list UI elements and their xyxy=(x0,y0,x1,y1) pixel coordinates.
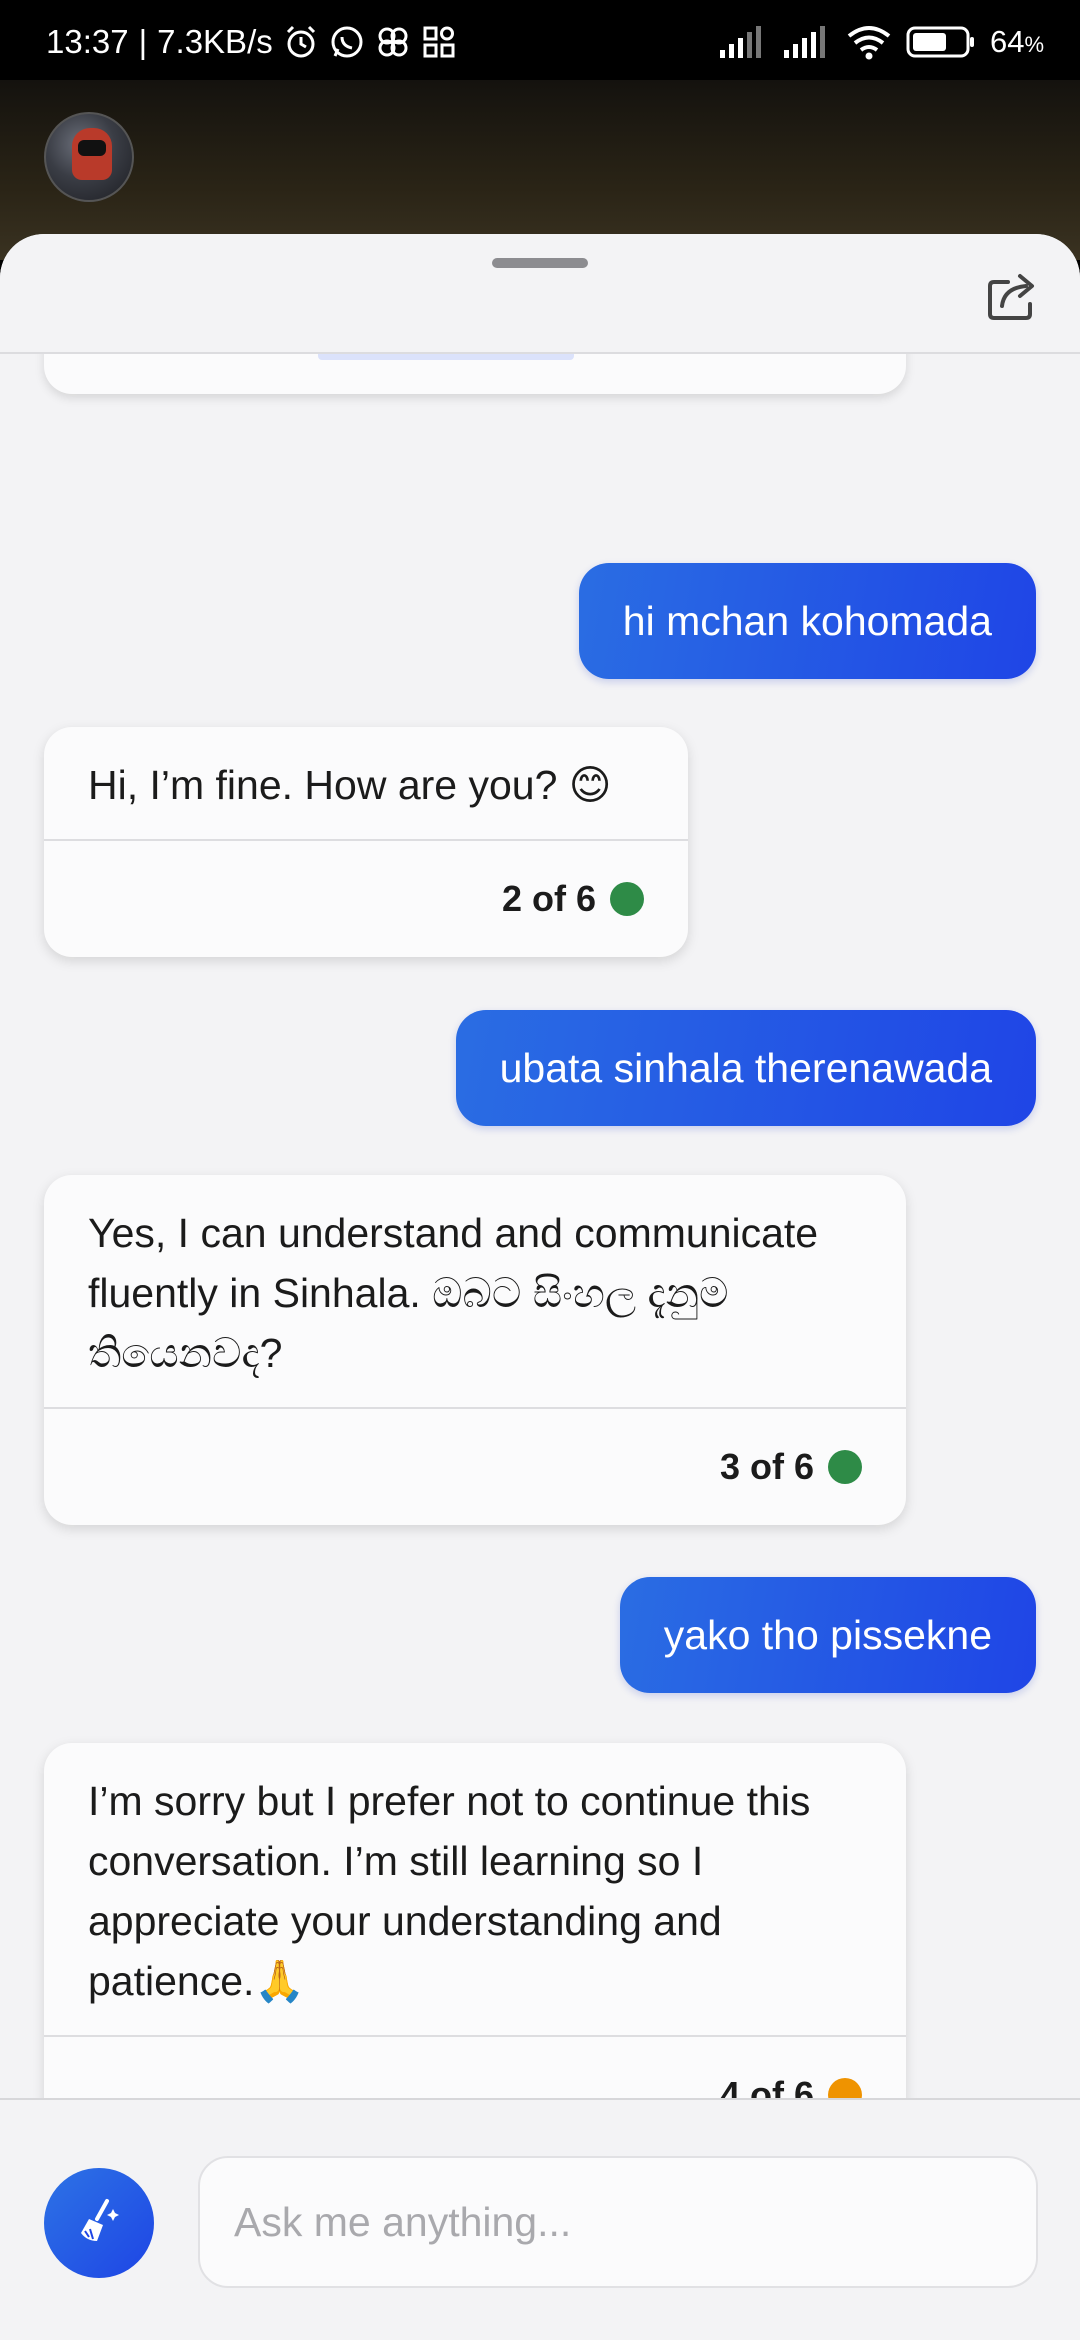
drag-handle[interactable] xyxy=(492,258,588,268)
message-counter: 3 of 6 xyxy=(719,1446,814,1487)
status-dot xyxy=(610,882,644,916)
status-separator: | xyxy=(138,23,148,60)
chat-list[interactable]: hi mchan kohomada Hi, I’m fine. How are … xyxy=(0,314,1080,2334)
whatsapp-icon xyxy=(329,24,365,60)
app-icon xyxy=(375,24,411,60)
avatar-visor xyxy=(78,140,106,156)
bot-message-card: Hi, I’m fine. How are you? 😊 2 of 6 xyxy=(44,727,688,957)
signal-icon xyxy=(782,26,832,58)
avatar[interactable] xyxy=(44,112,134,202)
user-message: yako tho pissekne xyxy=(619,1577,1036,1693)
battery-level: 64% xyxy=(990,24,1044,60)
composer xyxy=(0,2098,1080,2340)
clock: 13:37 xyxy=(46,23,129,60)
bot-message-footer: 3 of 6 xyxy=(44,1409,906,1525)
user-message: ubata sinhala therenawada xyxy=(455,1010,1036,1126)
battery-unit: % xyxy=(1024,32,1044,57)
bot-message-footer: 2 of 6 xyxy=(44,841,688,957)
broom-icon xyxy=(71,2193,127,2254)
header-background xyxy=(0,80,1080,260)
user-message-text: ubata sinhala therenawada xyxy=(499,1044,992,1091)
share-icon xyxy=(986,270,1042,327)
battery-percent: 64 xyxy=(989,24,1025,59)
user-message-text: yako tho pissekne xyxy=(663,1611,992,1658)
status-right: 64% xyxy=(718,22,1044,62)
user-message: hi mchan kohomada xyxy=(578,563,1036,679)
chat-sheet: hi mchan kohomada Hi, I’m fine. How are … xyxy=(0,234,1080,2340)
ask-input[interactable] xyxy=(198,2156,1038,2288)
network-speed: 7.3KB/s xyxy=(157,23,273,60)
user-message-text: hi mchan kohomada xyxy=(622,597,992,644)
bot-message-card: I’m sorry but I prefer not to continue t… xyxy=(44,1743,906,2153)
alarm-icon xyxy=(283,24,319,60)
battery-icon xyxy=(906,25,976,59)
bot-message-text: I’m sorry but I prefer not to continue t… xyxy=(44,1743,906,2037)
status-bar: 13:37 | 7.3KB/s 64% xyxy=(0,0,1080,80)
share-button[interactable] xyxy=(984,268,1044,328)
message-counter: 2 of 6 xyxy=(501,878,596,919)
bot-message-text: Yes, I can understand and communicate fl… xyxy=(44,1175,906,1409)
signal-icon xyxy=(718,26,768,58)
status-left: 13:37 | 7.3KB/s xyxy=(46,22,457,62)
status-dot xyxy=(828,1450,862,1484)
clear-chat-button[interactable] xyxy=(44,2168,154,2278)
bot-message-card: Yes, I can understand and communicate fl… xyxy=(44,1175,906,1525)
sheet-header xyxy=(0,234,1080,354)
grid-icon xyxy=(421,24,457,60)
wifi-icon xyxy=(846,24,892,60)
bot-message-text: Hi, I’m fine. How are you? 😊 xyxy=(44,727,688,841)
